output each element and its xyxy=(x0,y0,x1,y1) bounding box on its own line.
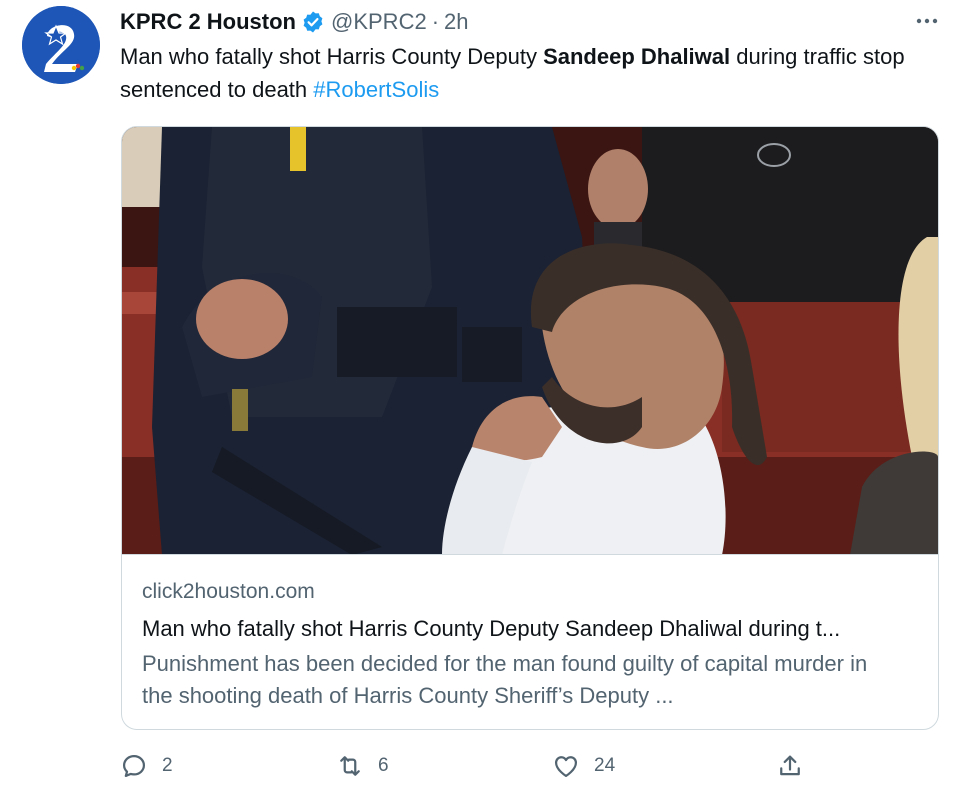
separator-dot: · xyxy=(431,9,440,34)
link-preview-card[interactable]: click2houston.com Man who fatally shot H… xyxy=(121,126,939,730)
kprc-logo-icon xyxy=(22,6,100,84)
tweet-header: KPRC 2 Houston @KPRC2 · 2h xyxy=(120,8,469,36)
tweet-text-start: Man who fatally shot Harris County Deput… xyxy=(120,44,544,69)
retweet-icon xyxy=(340,756,360,776)
hashtag-link[interactable]: #RobertSolis xyxy=(313,77,439,102)
retweet-count: 6 xyxy=(378,755,389,776)
card-image[interactable] xyxy=(122,127,938,555)
heart-icon xyxy=(554,756,578,778)
tweet-text-bold: Sandeep Dhaliwal xyxy=(543,44,731,69)
share-icon xyxy=(780,755,800,776)
reply-count: 2 xyxy=(162,755,173,776)
tweet-actions: 2 6 24 xyxy=(120,748,820,784)
more-options-icon[interactable] xyxy=(912,8,942,34)
retweet-button[interactable]: 6 xyxy=(336,748,389,784)
verified-badge-icon xyxy=(301,10,325,34)
display-name[interactable]: KPRC 2 Houston xyxy=(120,8,296,36)
handle[interactable]: @KPRC2 xyxy=(331,8,427,36)
share-button[interactable] xyxy=(776,748,804,784)
card-domain: click2houston.com xyxy=(142,580,315,603)
card-title: Man who fatally shot Harris County Deput… xyxy=(142,616,841,641)
like-button[interactable]: 24 xyxy=(552,748,615,784)
reply-icon xyxy=(122,754,146,778)
card-description: Punishment has been decided for the man … xyxy=(142,651,868,708)
reply-button[interactable]: 2 xyxy=(120,748,173,784)
avatar[interactable] xyxy=(22,6,100,84)
like-count: 24 xyxy=(594,755,616,776)
tweet-text: Man who fatally shot Harris County Deput… xyxy=(120,40,910,106)
timestamp[interactable]: 2h xyxy=(444,8,468,36)
